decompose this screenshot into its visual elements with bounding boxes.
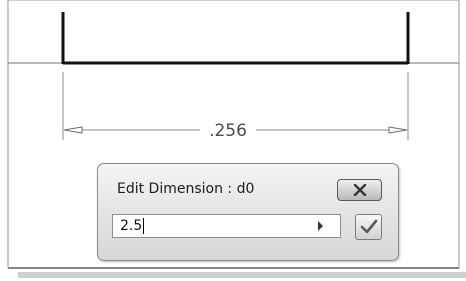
edit-dimension-dialog: Edit Dimension : d0 2.5 — [97, 163, 399, 261]
arrowhead-right — [388, 126, 408, 134]
dimension-input-value[interactable]: 2.5 — [120, 218, 145, 234]
arrowhead-left — [63, 126, 83, 134]
graphics-window[interactable]: .256 Edit Dimension : d0 2.5 — [0, 0, 466, 281]
close-icon — [353, 184, 366, 196]
arrow-right-icon[interactable] — [318, 221, 323, 231]
dimension-input[interactable]: 2.5 — [112, 214, 341, 238]
checkmark-icon — [360, 219, 377, 234]
canvas-shadow — [18, 272, 466, 278]
dimension-value[interactable]: .256 — [209, 121, 247, 141]
accept-button[interactable] — [355, 214, 382, 240]
dialog-title: Edit Dimension : d0 — [117, 181, 255, 197]
close-button[interactable] — [337, 179, 382, 201]
